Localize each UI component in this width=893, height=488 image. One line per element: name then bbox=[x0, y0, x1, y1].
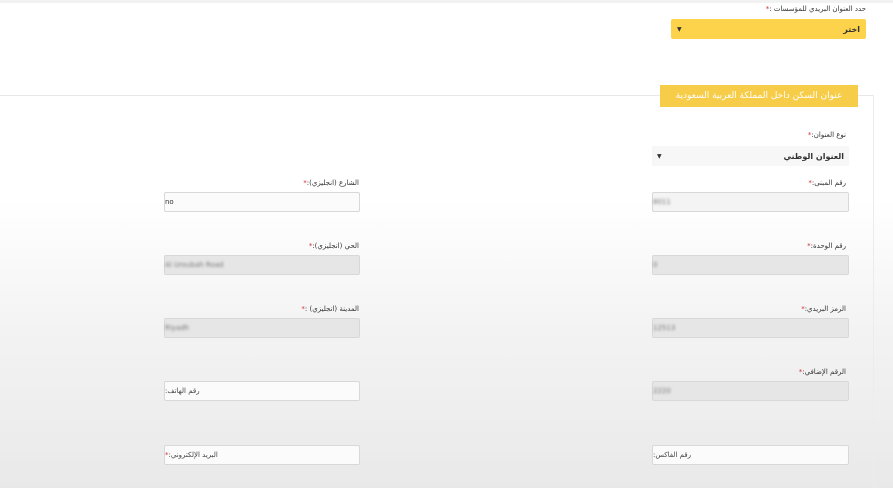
city-en-label-text: المدينة (انجليزي) : bbox=[304, 305, 359, 313]
institutions-address-select[interactable]: ▼ اختر bbox=[671, 19, 866, 39]
district-en-value: Al Uroubah Road bbox=[165, 261, 224, 269]
additional-no-label: الرقم الإضافي:* bbox=[799, 368, 846, 376]
section-right-border bbox=[873, 95, 874, 488]
city-en-value: Riyadh bbox=[165, 324, 190, 332]
unit-no-field[interactable]: 0 bbox=[652, 255, 849, 275]
street-en-label-text: الشارع (انجليزي): bbox=[306, 179, 359, 187]
building-no-label: رقم المبنى:* bbox=[808, 179, 846, 187]
section-title: عنوان السكن داخل المملكة العربية السعودي… bbox=[660, 85, 858, 107]
city-en-label: المدينة (انجليزي) :* bbox=[301, 305, 359, 313]
unit-no-label-text: رقم الوحدة: bbox=[810, 242, 846, 250]
district-en-field[interactable]: Al Uroubah Road bbox=[164, 255, 360, 275]
caret-down-icon: ▼ bbox=[657, 152, 662, 160]
address-type-value: العنوان الوطني bbox=[783, 151, 844, 161]
fax-placeholder: رقم الفاكس: bbox=[653, 451, 691, 459]
fax-field[interactable]: رقم الفاكس: bbox=[652, 445, 849, 465]
postal-code-value: 12513 bbox=[653, 324, 676, 332]
email-field[interactable]: البريد الإلكتروني: * bbox=[164, 445, 360, 465]
caret-down-icon: ▼ bbox=[677, 25, 682, 33]
institutions-address-label-text: حدد العنوان البريدي للمؤسسات : bbox=[769, 5, 866, 13]
top-border bbox=[0, 0, 893, 3]
street-en-label: الشارع (انجليزي):* bbox=[303, 179, 359, 187]
postal-code-field[interactable]: 12513 bbox=[652, 318, 849, 338]
building-no-label-text: رقم المبنى: bbox=[811, 179, 846, 187]
district-en-label: الحي (انجليزي):* bbox=[309, 242, 359, 250]
unit-no-value: 0 bbox=[653, 261, 658, 269]
additional-no-label-text: الرقم الإضافي: bbox=[802, 368, 846, 376]
unit-no-label: رقم الوحدة:* bbox=[807, 242, 846, 250]
building-no-value: 8011 bbox=[653, 198, 671, 206]
address-type-label: نوع العنوان:* bbox=[808, 131, 846, 139]
street-en-value: no bbox=[165, 198, 174, 206]
required-mark: * bbox=[165, 451, 169, 459]
city-en-field[interactable]: Riyadh bbox=[164, 318, 360, 338]
phone-placeholder: رقم الهاتف: bbox=[165, 387, 200, 395]
institutions-address-label: حدد العنوان البريدي للمؤسسات :* bbox=[766, 5, 866, 13]
postal-code-label: الرمز البريدي:* bbox=[801, 305, 846, 313]
building-no-field[interactable]: 8011 bbox=[652, 192, 849, 212]
postal-code-label-text: الرمز البريدي: bbox=[804, 305, 846, 313]
address-type-select[interactable]: ▼ العنوان الوطني bbox=[652, 146, 849, 166]
additional-no-value: 2220 bbox=[653, 387, 671, 395]
address-type-label-text: نوع العنوان: bbox=[811, 131, 846, 139]
institutions-address-select-value: اختر bbox=[843, 24, 860, 34]
email-placeholder: البريد الإلكتروني: bbox=[168, 451, 218, 459]
additional-no-field[interactable]: 2220 bbox=[652, 381, 849, 401]
phone-field[interactable]: رقم الهاتف: bbox=[164, 381, 360, 401]
street-en-field[interactable]: no bbox=[164, 192, 360, 212]
district-en-label-text: الحي (انجليزي): bbox=[312, 242, 359, 250]
